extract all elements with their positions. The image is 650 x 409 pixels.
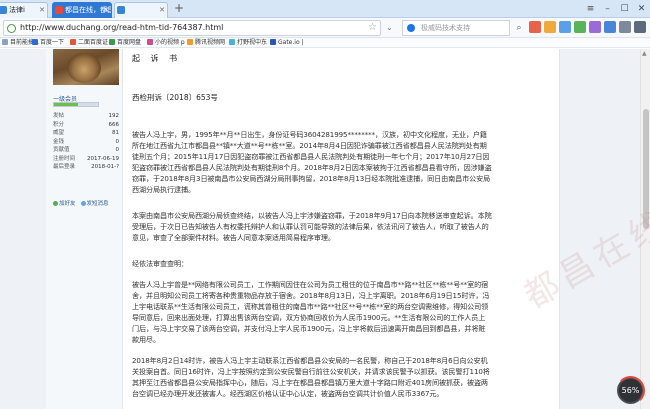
bookmark-icon [32, 39, 38, 45]
extension-icon[interactable] [574, 21, 586, 33]
post-paragraph: 本案由南昌市公安局西湖分局侦查终结，以被告人冯上宇涉嫌盗窃罪，于2018年9月1… [132, 211, 492, 242]
security-icon [7, 24, 16, 33]
minimize-button[interactable]: – [599, 0, 616, 18]
scroll-up-icon[interactable]: ▲ [642, 50, 647, 57]
search-placeholder: 极威码技术支持 [421, 24, 470, 32]
address-bar[interactable]: http://www.duchang.org/read-htm-tid-7643… [3, 20, 381, 36]
extension-icon[interactable] [604, 21, 616, 33]
message-icon [80, 201, 86, 206]
level-progress-fill [54, 103, 79, 106]
tab-favicon-icon [55, 6, 63, 14]
avatar[interactable] [53, 49, 119, 85]
tab-label: 法律i [9, 6, 25, 14]
bookmark-item[interactable]: 小的视频 p [147, 39, 185, 47]
page-viewport: 一级会员 发帖 192 积分 666 威望 81 金钱 0 贡献值 0 注册时间 2017-… [0, 49, 640, 409]
post-paragraph: 经依法审查查明： [132, 259, 188, 268]
bookmark-item[interactable]: 打野视中东 [229, 39, 267, 47]
close-icon[interactable]: ✕ [103, 3, 109, 17]
url-text: http://www.duchang.org/read-htm-tid-7643… [20, 23, 224, 32]
new-tab-button[interactable]: + [172, 2, 186, 16]
address-toolbar: http://www.duchang.org/read-htm-tid-7643… [0, 18, 650, 38]
bookmark-icon [147, 39, 153, 45]
bookmark-item[interactable]: 腾讯视频网 [187, 39, 225, 47]
search-icon[interactable]: ⌕ [512, 21, 526, 35]
bookmark-icon [2, 39, 8, 45]
extension-icon[interactable] [559, 21, 571, 33]
user-stats: 发帖 192 积分 666 威望 81 金钱 0 贡献值 0 注册时间 2017-06-19… [53, 112, 119, 172]
more-icon[interactable]: ⋯ [640, 392, 646, 399]
stat-row: 积分 666 [53, 121, 119, 128]
stat-row: 威望 81 [53, 130, 119, 136]
browser-tab-3[interactable]: ✕ [114, 2, 168, 18]
stat-row: 注册时间 2017-06-19 [53, 155, 119, 162]
document-title: 起 诉 书 [132, 54, 182, 63]
post-paragraph: 被告人冯上宇曾是**网络有限公司员工，工作期间因住在公司为员工租住的位于南昌市*… [132, 280, 490, 344]
tab-favicon-icon [0, 6, 7, 14]
download-icon[interactable] [619, 21, 631, 33]
close-icon[interactable]: ✕ [159, 3, 165, 17]
stat-row: 发帖 192 [53, 113, 119, 119]
bookmark-item[interactable]: Gate.io | [270, 39, 304, 47]
search-engine-icon [407, 24, 415, 32]
network-speed-widget[interactable]: 56% [616, 376, 645, 405]
level-progress-bar [53, 102, 99, 107]
menu-icon[interactable] [634, 21, 646, 33]
user-sidebar: 一级会员 发帖 192 积分 666 威望 81 金钱 0 贡献值 0 注册时间 2017-… [46, 49, 123, 409]
lion-avatar-icon [67, 53, 101, 83]
progress-ring-icon [616, 376, 645, 405]
close-icon[interactable]: ✕ [39, 3, 45, 17]
window-controls: ≡ – ☐ ✕ [582, 0, 650, 18]
tab-favicon-icon [117, 6, 125, 14]
bookmark-icon [270, 39, 276, 45]
bookmark-icon [187, 39, 193, 45]
bookmark-item[interactable]: 二面百度证 [70, 39, 108, 47]
post-paragraph: 被告人冯上宇，男，1995年**月**日出生，身份证号码3604281995**… [132, 130, 492, 194]
add-friend-icon [53, 201, 58, 206]
bookmark-star-icon[interactable]: ☆ [368, 22, 377, 33]
bookmark-item[interactable]: 百度网盘 [109, 39, 141, 47]
browser-tab-1[interactable]: 法律i ✕ [0, 2, 48, 18]
extension-icon[interactable] [529, 21, 541, 33]
bookmark-item[interactable]: 百度一下 [32, 39, 64, 47]
bookmarks-bar: 目前能搞... 百度一下 二面百度证 百度网盘 小的视频 p 腾讯视频网 打野视… [0, 38, 650, 48]
scrollbar-thumb[interactable] [643, 109, 649, 229]
stat-row: 贡献值 0 [53, 147, 119, 153]
post-paragraph: 2018年8月2日14时许，被告人冯上宇主动联系江西省都昌县公安局的一名民警，称… [132, 356, 490, 398]
search-input[interactable]: 极威码技术支持 [402, 20, 510, 36]
bookmark-icon [109, 39, 115, 45]
maximize-button[interactable]: ☐ [616, 0, 633, 18]
page-scrollbar[interactable]: ▲ [640, 49, 650, 409]
close-window-button[interactable]: ✕ [633, 0, 650, 18]
chevron-down-icon[interactable]: ⌄ [386, 21, 398, 34]
post-body: 起 诉 书 西检刑诉〔2018〕653号 被告人冯上宇，男，1995年**月**… [132, 49, 492, 409]
stat-row: 金钱 0 [53, 138, 119, 145]
extension-icon[interactable] [589, 21, 601, 33]
bookmark-icon [229, 39, 235, 45]
user-actions: 加好友 发短消息 [53, 199, 109, 207]
send-message-button[interactable]: 发短消息 [80, 199, 109, 207]
extension-icon[interactable] [544, 21, 556, 33]
bookmark-icon [70, 39, 76, 45]
add-friend-button[interactable]: 加好友 [53, 199, 76, 207]
tab-bar: 法律i ✕ 都昌在线，都昌人自己的 ✕ ✕ + ≡ – ☐ ✕ [0, 0, 650, 18]
menu-icon[interactable]: ≡ [582, 0, 599, 18]
toolbar-icons [529, 21, 646, 33]
document-number: 西检刑诉〔2018〕653号 [132, 93, 218, 102]
stat-row: 最后登录 2018-01-? [53, 164, 119, 170]
browser-tab-active[interactable]: 都昌在线，都昌人自己的 ✕ [52, 2, 112, 18]
